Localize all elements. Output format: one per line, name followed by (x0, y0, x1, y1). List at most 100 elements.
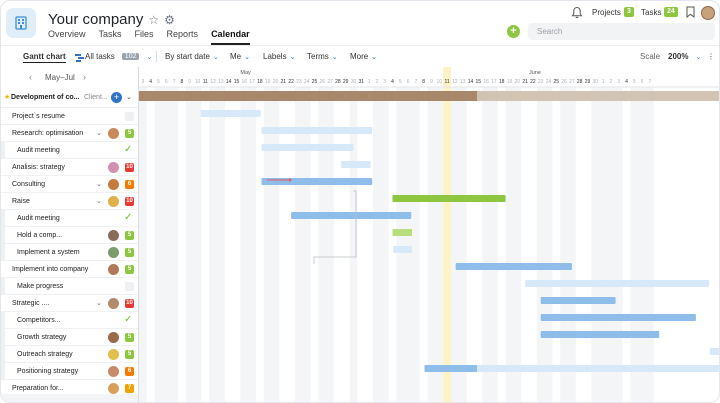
tab-tasks[interactable]: Tasks (99, 29, 122, 45)
subtask-indent-marker (1, 142, 5, 159)
next-period-icon[interactable]: › (83, 72, 86, 82)
chevron-down-icon[interactable]: ⌄ (96, 180, 102, 188)
chevron-down-icon[interactable]: ⌄ (96, 129, 102, 137)
day-tick-label: 19 (507, 79, 513, 85)
day-tick-label: 12 (452, 79, 458, 85)
gantt-view-label[interactable]: Gantt chart (23, 52, 66, 63)
day-tick-label: 22 (288, 79, 294, 85)
chevron-down-icon[interactable]: ⌄ (96, 197, 102, 205)
avatar[interactable] (108, 230, 119, 241)
tab-files[interactable]: Files (135, 29, 154, 45)
task-row[interactable]: Implement into company 5 (1, 261, 138, 278)
day-tick-label: 4 (391, 79, 394, 85)
tab-reports[interactable]: Reports (167, 29, 199, 45)
view-switcher[interactable]: Gantt chart (23, 52, 85, 63)
day-tick-label: 14 (226, 79, 232, 85)
add-task-button[interactable]: + (111, 92, 122, 103)
bookmark-icon[interactable] (686, 6, 695, 18)
gantt-timeline[interactable]: 3 4 5 6 7 8 9 10 11 12 13 14 15 16 17 18 19 20 21 22 23 24 25 2… (139, 67, 719, 402)
avatar[interactable] (108, 264, 119, 275)
prev-period-icon[interactable]: ‹ (29, 72, 32, 82)
task-row[interactable]: Research: optimisation ⌄ 5 (1, 125, 138, 142)
day-tick-label: 13 (218, 79, 224, 85)
avatar[interactable] (108, 196, 119, 207)
avatar[interactable] (108, 349, 119, 360)
task-row[interactable]: Make progress (1, 278, 138, 295)
checkmark-icon[interactable]: ✓ (124, 314, 132, 325)
gantt-chart: 3 4 5 6 7 8 9 10 11 12 13 14 15 16 17 18 19 20 21 22 23 24 25 2… (139, 67, 719, 402)
subtask-indent-marker (1, 244, 5, 261)
task-row[interactable]: Strategic .... ⌄ 10 (1, 295, 138, 312)
avatar[interactable] (108, 179, 119, 190)
add-button[interactable]: + (507, 25, 520, 38)
search-input[interactable]: Search (528, 23, 715, 40)
weekend-column (490, 87, 498, 402)
tab-overview[interactable]: Overview (48, 29, 86, 45)
avatar[interactable] (108, 162, 119, 173)
count-badge: 7 (125, 384, 134, 393)
tasks-label[interactable]: Tasks (641, 8, 661, 17)
task-row[interactable]: Growth strategy 5 (1, 329, 138, 346)
day-tick-label: 3 (617, 79, 620, 85)
task-row[interactable]: Positioning strategy 6 (1, 363, 138, 380)
task-name: Competitors... (17, 317, 61, 324)
avatar[interactable] (108, 383, 119, 394)
avatar[interactable] (108, 366, 119, 377)
task-row[interactable]: Audit meeting ✓ (1, 142, 138, 159)
labels-filter[interactable]: Labels ⌄ (263, 52, 295, 61)
task-row[interactable]: Analisis: strategy 10 (1, 159, 138, 176)
day-tick-label: 17 (249, 79, 255, 85)
assignee-filter[interactable]: Me ⌄ (230, 52, 250, 61)
today-column (443, 67, 451, 402)
scale-control[interactable]: Scale 200% ⌄ (640, 52, 701, 61)
projects-label[interactable]: Projects (592, 8, 621, 17)
status-placeholder[interactable] (125, 112, 134, 121)
day-tick-label: 5 (157, 79, 160, 85)
day-tick-label: 4 (149, 79, 152, 85)
status-placeholder[interactable] (125, 282, 134, 291)
avatar[interactable] (108, 128, 119, 139)
avatar[interactable] (108, 332, 119, 343)
star-icon[interactable]: ☆ (148, 13, 159, 27)
task-row[interactable]: Consulting ⌄ 6 (1, 176, 138, 193)
gear-icon[interactable]: ⚙ (164, 13, 175, 27)
tab-calendar[interactable]: Calendar (211, 29, 250, 45)
avatar[interactable] (108, 298, 119, 309)
terms-filter[interactable]: Terms ⌄ (307, 52, 338, 61)
task-name: Outreach strategy (17, 351, 73, 358)
day-tick-label: 7 (415, 79, 418, 85)
day-tick-label: 6 (165, 79, 168, 85)
weekend-column (646, 87, 654, 402)
company-logo[interactable] (6, 8, 36, 38)
scale-label: Scale (640, 52, 661, 61)
more-filter[interactable]: More ⌄ (350, 52, 377, 61)
checkmark-icon[interactable]: ✓ (124, 144, 132, 155)
task-row[interactable]: Audit meeting ✓ (1, 210, 138, 227)
gantt-icon[interactable] (74, 53, 85, 62)
day-tick-label: 2 (610, 79, 613, 85)
day-tick-label: 30 (593, 79, 599, 85)
task-row[interactable]: Competitors... ✓ (1, 312, 138, 329)
task-name: Implement a system (17, 249, 80, 256)
task-row[interactable]: Outreach strategy 5 (1, 346, 138, 363)
task-row[interactable]: Raise ⌄ 10 (1, 193, 138, 210)
chevron-down-icon[interactable]: ⌄ (96, 299, 102, 307)
user-avatar[interactable] (701, 6, 715, 20)
count-badge: 5 (125, 129, 134, 138)
day-tick-label: 5 (633, 79, 636, 85)
company-name: Your company (48, 11, 144, 28)
day-tick-label: 11 (203, 79, 208, 85)
bell-icon[interactable] (571, 6, 583, 19)
day-tick-label: 13 (460, 79, 466, 85)
more-options-icon[interactable]: ⋮ (707, 52, 715, 61)
project-row[interactable]: ★ Development of co... Client... + ⌄ (1, 88, 138, 108)
checkmark-icon[interactable]: ✓ (124, 212, 132, 223)
chevron-down-icon[interactable]: ⌄ (126, 93, 132, 101)
weekend-column (170, 87, 178, 402)
task-row[interactable]: Hold a comp... 5 (1, 227, 138, 244)
task-row[interactable]: Implement a system 5 (1, 244, 138, 261)
task-row[interactable]: Project`s resume (1, 108, 138, 125)
all-tasks-filter[interactable]: All tasks 102 ⌄ (85, 52, 152, 61)
avatar[interactable] (108, 247, 119, 258)
sort-dropdown[interactable]: By start date ⌄ (165, 52, 219, 61)
